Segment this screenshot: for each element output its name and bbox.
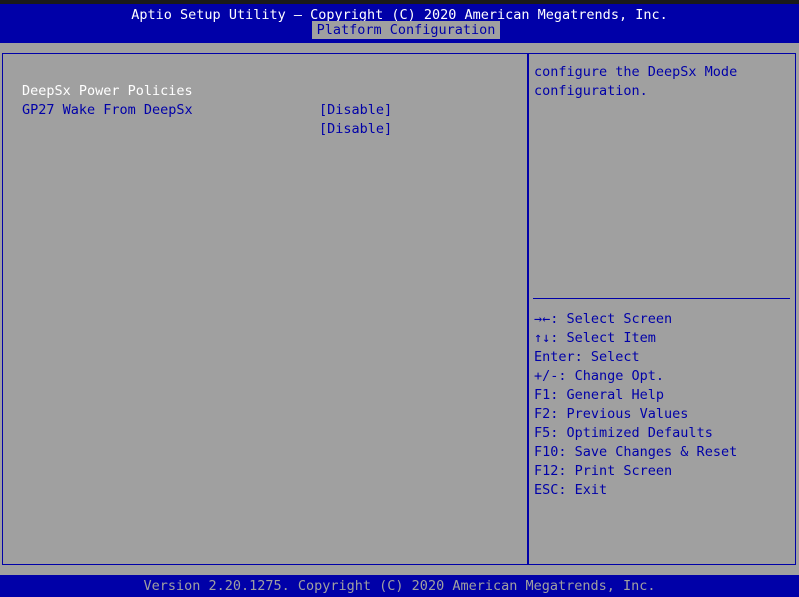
- help-description: configure the DeepSx Mode configuration.: [534, 63, 784, 101]
- help-line: configuration.: [534, 83, 648, 99]
- key-name: F12: [534, 463, 559, 479]
- key-desc: : Select Screen: [550, 311, 673, 327]
- key-desc: : Select Item: [550, 330, 656, 346]
- key-hint-f10: F10: Save Changes & Reset: [534, 443, 789, 462]
- key-desc: : Exit: [558, 482, 608, 498]
- help-line: configure the DeepSx Mode: [534, 64, 738, 80]
- key-hint-f5: F5: Optimized Defaults: [534, 424, 789, 443]
- key-hint-enter: Enter: Select: [534, 348, 789, 367]
- key-desc: : Save Changes & Reset: [558, 444, 738, 460]
- key-arrows-ud-icon: ↑↓: [534, 330, 551, 346]
- setting-value[interactable]: [Disable]: [319, 101, 392, 120]
- setting-value[interactable]: [Disable]: [319, 120, 392, 139]
- key-desc: : General Help: [550, 387, 665, 403]
- key-hint-f2: F2: Previous Values: [534, 405, 789, 424]
- key-desc: : Print Screen: [558, 463, 673, 479]
- key-desc: : Previous Values: [550, 406, 689, 422]
- key-name: Enter: [534, 349, 575, 365]
- key-hint-select-screen: →←: Select Screen: [534, 310, 789, 329]
- key-desc: : Select: [574, 349, 640, 365]
- key-legend: →←: Select Screen ↑↓: Select Item Enter:…: [534, 310, 789, 500]
- key-name: +/-: [534, 368, 559, 384]
- footer-bar: Version 2.20.1275. Copyright (C) 2020 Am…: [0, 575, 799, 597]
- footer-version: Version 2.20.1275. Copyright (C) 2020 Am…: [143, 578, 656, 594]
- key-hint-change-opt: +/-: Change Opt.: [534, 367, 789, 386]
- key-hint-f12: F12: Print Screen: [534, 462, 789, 481]
- key-name: ESC: [534, 482, 559, 498]
- tab-platform-configuration[interactable]: Platform Configuration: [312, 21, 500, 39]
- setting-label: GP27 Wake From DeepSx: [22, 102, 193, 118]
- key-hint-f1: F1: General Help: [534, 386, 789, 405]
- settings-panel: [2, 53, 528, 565]
- key-name: F5: [534, 425, 551, 441]
- key-desc: : Change Opt.: [558, 368, 665, 384]
- key-name: F1: [534, 387, 551, 403]
- key-desc: : Optimized Defaults: [550, 425, 713, 441]
- bios-screen: Aptio Setup Utility – Copyright (C) 2020…: [0, 0, 799, 597]
- setting-row-gp27-wake-from-deepsx[interactable]: GP27 Wake From DeepSx [Disable]: [22, 82, 402, 137]
- help-divider: [533, 298, 790, 299]
- setting-row-deepsx-power-policies[interactable]: DeepSx Power Policies [Disable]: [22, 63, 402, 118]
- key-name: F10: [534, 444, 559, 460]
- key-hint-esc: ESC: Exit: [534, 481, 789, 500]
- key-name: F2: [534, 406, 551, 422]
- key-hint-select-item: ↑↓: Select Item: [534, 329, 789, 348]
- key-arrows-lr-icon: →←: [534, 311, 551, 327]
